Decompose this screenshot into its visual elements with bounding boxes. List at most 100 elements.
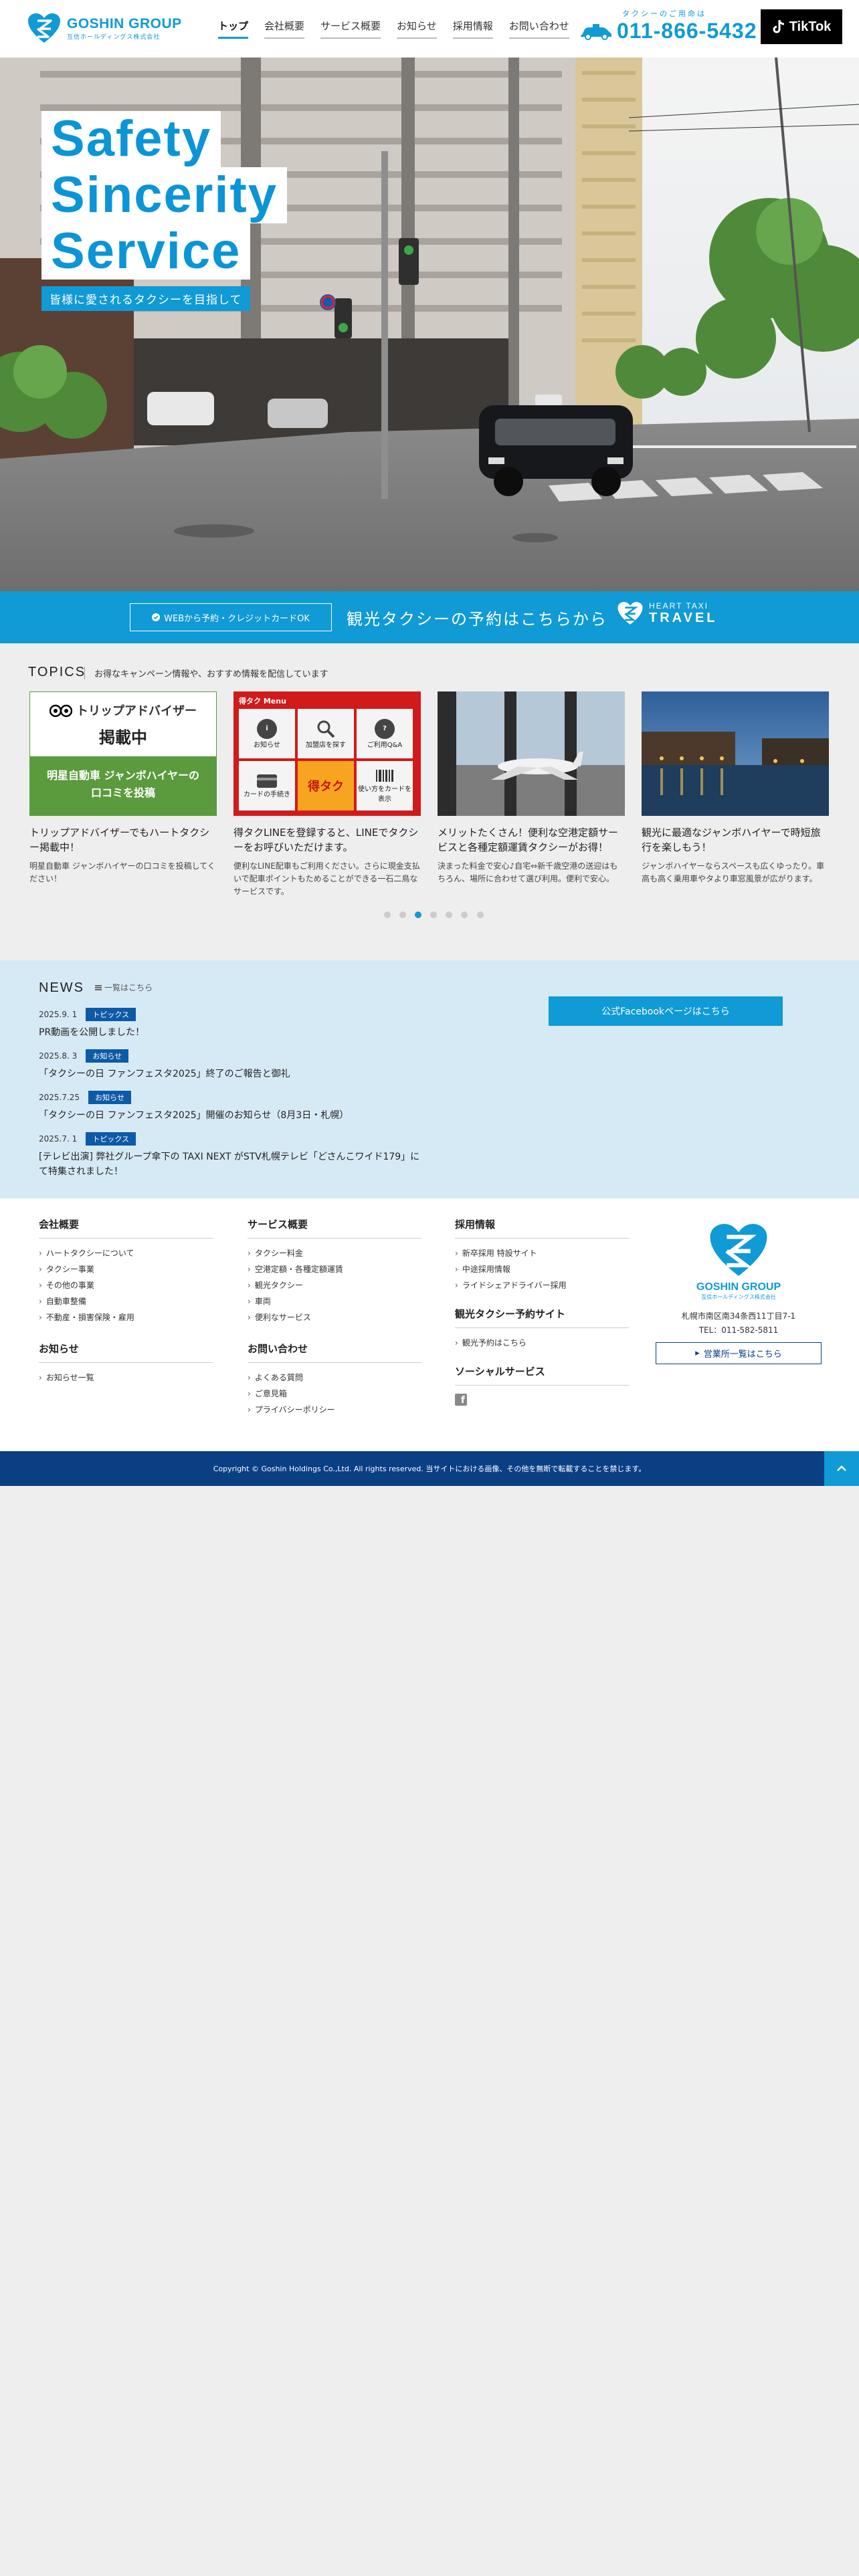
footer-link[interactable]: お知らせ一覧: [39, 1370, 213, 1386]
copyright-bar: Copyright © Goshin Holdings Co.,Ltd. All…: [0, 1451, 859, 1486]
footer-heading: サービス概要: [248, 1217, 421, 1239]
footer-heading: 採用情報: [455, 1217, 629, 1239]
heart-taxi-travel-logo[interactable]: HEART TAXI TRAVEL: [617, 601, 718, 626]
heart-logo-icon: [710, 1224, 767, 1276]
nav-contact[interactable]: お問い合わせ: [508, 19, 569, 39]
footer-heading: ソーシャルサービス: [455, 1364, 629, 1386]
footer-link[interactable]: 自動車整備: [39, 1293, 213, 1309]
footer-link[interactable]: よくある質問: [248, 1370, 421, 1386]
nav-top[interactable]: トップ: [218, 19, 249, 39]
topics-description: お得なキャンペーン情報や、おすすめ情報を配信しています: [84, 667, 328, 679]
airplane-photo: [438, 691, 625, 816]
footer-link[interactable]: 不動産・損害保険・雇用: [39, 1309, 213, 1325]
news-date: 2025.7.25: [39, 1093, 80, 1102]
card-icon: [257, 774, 277, 788]
footer-link[interactable]: タクシー料金: [248, 1245, 421, 1261]
news-text: 「タクシーの日 ファンフェスタ2025」終了のご報告と御礼: [39, 1069, 290, 1079]
card-text: 決まった料金で安心♪自宅⇔新千歳空港の送迎はもちろん、場所に合わせて選び利用。便…: [438, 861, 618, 883]
tiktok-button[interactable]: TikTok: [761, 9, 842, 44]
news-item[interactable]: 2025.7. 1 トピックス [テレビ出演] 弊社グループ傘下の TAXI N…: [39, 1132, 427, 1179]
hero-section: Safety Sincerity Service 皆様に愛されるタクシーを目指し…: [0, 58, 859, 591]
footer-link[interactable]: ご意見箱: [248, 1386, 421, 1402]
news-item[interactable]: 2025.7.25 お知らせ 「タクシーの日 ファンフェスタ2025」開催のお知…: [39, 1090, 440, 1123]
footer-link[interactable]: ハートタクシーについて: [39, 1245, 213, 1261]
canal-night-image: [642, 691, 829, 816]
heart-logo-icon: [28, 13, 60, 43]
facebook-icon[interactable]: f: [455, 1394, 467, 1406]
topic-card[interactable]: 観光に最適なジャンボハイヤーで時短旅行を楽しもう！ ジャンボハイヤーならスペース…: [642, 691, 829, 885]
footer-link[interactable]: 便利なサービス: [248, 1309, 421, 1325]
footer-col-recruit: 採用情報 新卒採用 特設サイト 中途採用情報 ライドシェアドライバー採用 観光タ…: [455, 1217, 629, 1406]
check-circle-icon: [152, 613, 161, 621]
footer-heading: お知らせ: [39, 1341, 213, 1363]
topic-card[interactable]: 得タク Menu i お知らせ 加盟店を探す ? ご利用Q&A カードの手続き …: [233, 691, 421, 898]
footer-link[interactable]: その他の事業: [39, 1277, 213, 1293]
web-reserve-label: WEBから予約・クレジットカードOK: [164, 613, 310, 624]
tripadvisor-caption: 明星自動車 ジャンボハイヤーの口コミを投稿: [30, 756, 216, 815]
barcode-icon: [376, 770, 393, 782]
footer-link[interactable]: ライドシェアドライバー採用: [455, 1277, 629, 1293]
news-date: 2025.8. 3: [39, 1051, 78, 1061]
footer-logo-text: GOSHIN GROUP: [696, 1281, 781, 1293]
card-title: メリットたくさん！便利な空港定額サービスと各種定額運賃タクシーがお得！: [438, 827, 619, 853]
slider-dot-active[interactable]: [415, 911, 422, 918]
heart-logo-icon: [617, 602, 643, 625]
slider-dot[interactable]: [384, 911, 391, 918]
reserve-text[interactable]: 観光タクシーの予約はこちらから: [347, 606, 607, 629]
slider-dot[interactable]: [461, 911, 468, 918]
topic-card[interactable]: メリットたくさん！便利な空港定額サービスと各種定額運賃タクシーがお得！ 決まった…: [438, 691, 625, 885]
footer-link[interactable]: 空港定額・各種定額運賃: [248, 1261, 421, 1277]
nav-company[interactable]: 会社概要: [264, 19, 305, 39]
listed-badge: 掲載中: [99, 728, 147, 747]
offices-button[interactable]: ▸ 営業所一覧はこちら: [656, 1342, 822, 1364]
web-reserve-button[interactable]: WEBから予約・クレジットカードOK: [130, 603, 332, 631]
logo-text: GOSHIN GROUP: [67, 15, 182, 31]
news-title: NEWS: [39, 980, 84, 995]
site-header: GOSHIN GROUP 互信ホールディングス株式会社 トップ 会社概要 サービ…: [0, 0, 859, 58]
brand-top: HEART TAXI: [649, 601, 709, 611]
slider-dot[interactable]: [476, 911, 484, 918]
hero-tagline: 皆様に愛されるタクシーを目指して: [41, 286, 250, 311]
menu-search: 加盟店を探す: [298, 709, 354, 758]
company-tel: TEL：011-582-5811: [698, 1325, 779, 1335]
line-menu-title: 得タク Menu: [239, 697, 286, 706]
footer-link[interactable]: 観光予約はこちら: [455, 1335, 629, 1351]
site-logo[interactable]: GOSHIN GROUP 互信ホールディングス株式会社: [27, 12, 182, 44]
news-badge: お知らせ: [86, 1049, 129, 1063]
info-icon: i: [257, 718, 277, 739]
facebook-page-button[interactable]: 公式Facebookページはこちら: [549, 996, 783, 1026]
footer-link[interactable]: プライバシーポリシー: [248, 1402, 421, 1418]
news-item[interactable]: 2025.8. 3 お知らせ 「タクシーの日 ファンフェスタ2025」終了のご報…: [39, 1049, 440, 1081]
menu-tokutaku: 得タク: [298, 761, 354, 811]
news-badge: トピックス: [86, 1132, 136, 1146]
footer-link[interactable]: 車両: [248, 1293, 421, 1309]
footer-link[interactable]: 新卒採用 特設サイト: [455, 1245, 629, 1261]
footer-link[interactable]: 観光タクシー: [248, 1277, 421, 1293]
news-text: PR動画を公開しました！: [39, 1027, 145, 1038]
nav-recruit[interactable]: 採用情報: [452, 19, 493, 39]
topic-card[interactable]: トリップアドバイザー 掲載中 明星自動車 ジャンボハイヤーの口コミを投稿 トリッ…: [29, 691, 217, 885]
nav-news[interactable]: お知らせ: [397, 19, 437, 39]
news-text: 「タクシーの日 ファンフェスタ2025」開催のお知らせ（8月3日・札幌）: [39, 1110, 349, 1121]
global-nav: トップ 会社概要 サービス概要 お知らせ 採用情報 お問い合わせ: [218, 19, 569, 39]
news-all-link[interactable]: 一覧はこちら: [95, 982, 153, 993]
slider-dot[interactable]: [399, 911, 407, 918]
footer-link[interactable]: 中途採用情報: [455, 1261, 629, 1277]
news-item[interactable]: 2025.9. 1 トピックス PR動画を公開しました！: [39, 1007, 440, 1040]
taxi-car-icon: [581, 23, 611, 40]
brand-bottom: TRAVEL: [649, 610, 718, 625]
menu-qa: ? ご利用Q&A: [357, 709, 413, 758]
card-text: ジャンボハイヤーならスペースも広くゆったり。車高も高く乗用車やタより車窓風景が広…: [642, 861, 825, 883]
menu-howto: 使い方をカードを表示: [357, 761, 413, 811]
card-title: 得タクLINEを登録すると、LINEでタクシーをお呼びいただけます。: [233, 827, 419, 853]
tiktok-icon: [773, 20, 784, 33]
tripadvisor-image: トリップアドバイザー 掲載中 明星自動車 ジャンボハイヤーの口コミを投稿: [29, 691, 217, 816]
back-to-top-button[interactable]: [824, 1451, 859, 1486]
slider-dot[interactable]: [430, 911, 438, 918]
phone-contact[interactable]: タクシーのご用命は 011-866-5432: [579, 8, 757, 43]
footer-link[interactable]: タクシー事業: [39, 1261, 213, 1277]
nav-services[interactable]: サービス概要: [320, 19, 381, 39]
owl-icon: [50, 704, 72, 718]
airport-image: [438, 691, 625, 816]
slider-dot[interactable]: [446, 911, 453, 918]
